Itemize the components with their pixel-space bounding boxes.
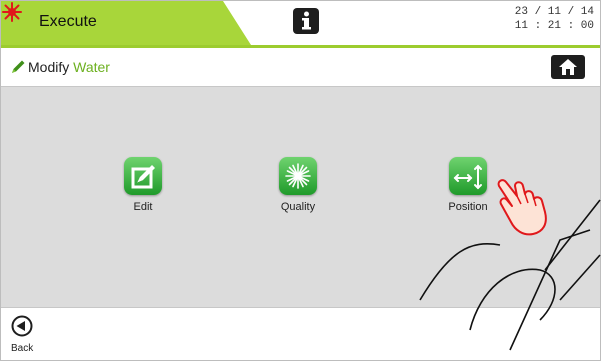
edit-action[interactable]: Edit — [98, 157, 188, 213]
edit-label: Edit — [133, 201, 153, 213]
home-button[interactable] — [551, 55, 585, 79]
title-subject: Water — [73, 59, 110, 75]
title-prefix: Modify — [28, 59, 70, 75]
edit-button[interactable] — [124, 157, 162, 195]
tab-execute[interactable]: Execute — [1, 1, 251, 45]
datetime-display: 23 / 11 / 14 11 : 21 : 00 — [515, 5, 594, 33]
back-arrow-icon — [11, 315, 33, 337]
position-button[interactable] — [449, 157, 487, 195]
tab-execute-label: Execute — [39, 13, 97, 30]
back-button[interactable]: Back — [11, 315, 51, 354]
position-arrows-icon — [453, 164, 482, 190]
quality-action[interactable]: Quality — [253, 157, 343, 213]
edit-icon — [131, 165, 155, 189]
footer-bar: Back — [1, 308, 600, 360]
quality-button[interactable] — [279, 157, 317, 195]
time-text: 11 : 21 : 00 — [514, 20, 594, 32]
laser-icon — [2, 2, 22, 22]
back-label: Back — [11, 343, 34, 354]
title-bar: Modify Water — [1, 48, 600, 87]
page-title: Modify Water — [28, 59, 110, 75]
info-icon[interactable] — [292, 7, 320, 35]
date-text: 23 / 11 / 14 — [514, 6, 594, 18]
laser-burst-icon — [285, 163, 311, 189]
pencil-icon — [12, 60, 25, 73]
quality-label: Quality — [280, 201, 316, 213]
home-icon — [559, 59, 577, 75]
pointer-hand-icon — [497, 179, 547, 236]
